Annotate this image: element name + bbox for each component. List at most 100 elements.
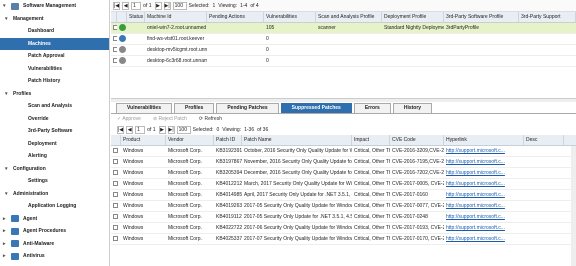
column-header[interactable]: Status [127,12,145,22]
column-header[interactable] [117,12,127,22]
table-row[interactable]: desktop-mv5icgmt.root.unnamer 0 [111,45,576,56]
sidebar-item[interactable]: Alerting [0,150,109,163]
table-row[interactable]: Windows Microsoft Corp. KB3205394 December,… [111,168,576,179]
sidebar-item[interactable]: ▸ Antivirus [0,250,109,263]
table-row[interactable]: Windows Microsoft Corp. KB3192391 October, … [111,146,576,157]
sidebar-item[interactable]: Dashboard [0,25,109,38]
hyperlink[interactable]: http://support.microsoft.c... [444,236,524,242]
column-header[interactable]: 3rd-Party Support [519,12,576,22]
table-row[interactable]: Windows Microsoft Corp. KB4019112 2017-05 S… [111,212,576,223]
row-checkbox[interactable] [113,169,118,175]
first-page-button[interactable]: |◀ [117,125,125,134]
column-header[interactable]: Desc [524,135,564,145]
hyperlink[interactable]: http://support.microsoft.c... [444,225,524,231]
hyperlink[interactable]: http://support.microsoft.c... [444,181,524,187]
caret-right-icon[interactable]: ▸ [3,241,11,247]
table-row[interactable]: Windows Microsoft Corp. KB3197867 November,… [111,157,576,168]
prev-page-button[interactable]: ◀ [126,125,134,134]
tab-item[interactable]: Profiles [174,103,215,113]
table-row[interactable]: Windows Microsoft Corp. KB4019263 2017-05 S… [111,201,576,212]
table-row[interactable]: oniel-win7-2.root.unnamed 105 scanner Stand… [111,23,576,34]
row-checkbox[interactable] [113,158,118,164]
column-header[interactable]: CVE Code [390,135,444,145]
hyperlink[interactable]: http://support.microsoft.c... [444,159,524,165]
caret-down-icon[interactable]: ▾ [5,166,13,172]
splitter[interactable] [111,98,576,102]
sidebar-item[interactable]: ▸ Agent [0,213,109,226]
last-page-button[interactable]: ▶| [163,1,171,10]
approve-button[interactable]: ✓ Approve [117,116,147,122]
hyperlink[interactable]: http://support.microsoft.c... [444,214,524,220]
prev-page-button[interactable]: ◀ [122,1,130,10]
sidebar-item[interactable]: Override [0,113,109,126]
caret-down-icon[interactable]: ▾ [5,191,13,197]
column-header[interactable]: Pending Actions [207,12,264,22]
hyperlink[interactable]: http://support.microsoft.c... [444,203,524,209]
row-checkbox[interactable] [113,224,118,230]
sidebar-item[interactable]: ▾ Configuration [0,163,109,176]
sidebar-item[interactable]: 3rd-Party Software [0,125,109,138]
column-header[interactable] [111,135,121,145]
sidebar-item[interactable]: ▾ Management [0,13,109,26]
table-row[interactable]: desktop-6c3r68.root.unname 0 [111,56,576,67]
sidebar-item[interactable]: Application Logging [0,200,109,213]
column-header[interactable]: Scan and Analysis Profile [316,12,382,22]
sidebar-item[interactable]: ▸ Anti-Malware [0,238,109,251]
caret-right-icon[interactable]: ▸ [3,228,11,234]
patches-scrollbar[interactable] [571,146,576,266]
sidebar-item[interactable]: ▾ Administration [0,188,109,201]
caret-right-icon[interactable]: ▸ [3,253,11,259]
caret-right-icon[interactable]: ▸ [3,216,11,222]
column-header[interactable]: Impact [352,135,390,145]
caret-down-icon[interactable]: ▾ [5,91,13,97]
first-page-button[interactable]: |◀ [113,1,121,10]
row-checkbox[interactable] [113,213,118,219]
caret-down-icon[interactable]: ▾ [3,3,11,9]
sidebar-item[interactable]: Machines [0,37,109,50]
hyperlink[interactable]: http://support.microsoft.c... [444,148,524,154]
row-checkbox[interactable] [113,202,118,208]
table-row[interactable]: Windows Microsoft Corp. KB4025337 2017-07 S… [111,234,576,245]
table-row[interactable]: Windows Microsoft Corp. KB4012212 March, 20… [111,179,576,190]
column-header[interactable]: Machine Id [145,12,207,22]
hyperlink[interactable]: http://support.microsoft.c... [444,170,524,176]
tab-item[interactable]: Vulnerabilities [116,103,172,113]
sidebar-item[interactable]: Deployment [0,138,109,151]
sidebar-item[interactable]: Patch History [0,75,109,88]
next-page-button[interactable]: ▶ [154,1,162,10]
next-page-button[interactable]: ▶ [158,125,166,134]
refresh-button[interactable]: ⟳ Refresh [199,116,228,122]
table-row[interactable]: Windows Microsoft Corp. KB4022722 2017-06 S… [111,223,576,234]
sidebar-item[interactable]: Scan and Analysis [0,100,109,113]
sidebar-item[interactable]: Vulnerabilities [0,63,109,76]
column-header[interactable]: Patch ID [214,135,242,145]
sidebar-item[interactable]: Patch Approval [0,50,109,63]
column-header[interactable]: Deployment Profile [382,12,444,22]
last-page-button[interactable]: ▶| [167,125,175,134]
column-header[interactable]: Product [121,135,166,145]
page-size-select[interactable]: 100 [172,1,187,10]
sidebar-item[interactable]: Settings [0,175,109,188]
tab-item[interactable]: Errors [353,103,391,113]
tab-item[interactable]: Suppressed Patches [280,103,352,113]
caret-down-icon[interactable]: ▾ [5,16,13,22]
row-checkbox[interactable] [113,235,118,241]
page-number-input[interactable]: 1 [131,1,142,10]
tab-item[interactable]: Pending Patches [216,103,279,113]
column-header[interactable]: Vulnerabilities [264,12,316,22]
tab-item[interactable]: History [392,103,433,113]
table-row[interactable]: find-ws-vtst01.root.keever 0 [111,34,576,45]
column-header[interactable]: Vendor [166,135,214,145]
hyperlink[interactable]: http://support.microsoft.c... [444,192,524,198]
sidebar-item[interactable]: ▾ Profiles [0,88,109,101]
page-number-input[interactable]: 1 [135,125,146,134]
table-row[interactable]: Windows Microsoft Corp. KB4014985 April, 20… [111,190,576,201]
sidebar-item[interactable]: ▾ Software Management [0,0,109,13]
column-header[interactable]: 3rd-Party Software Profile [444,12,519,22]
reject-patch-button[interactable]: ⊘ Reject Patch [153,116,193,122]
column-header[interactable]: Hyperlink [444,135,524,145]
sidebar-item[interactable]: ▸ Agent Procedures [0,225,109,238]
column-header[interactable]: Patch Name [242,135,352,145]
row-checkbox[interactable] [113,191,118,197]
row-checkbox[interactable] [113,147,118,153]
